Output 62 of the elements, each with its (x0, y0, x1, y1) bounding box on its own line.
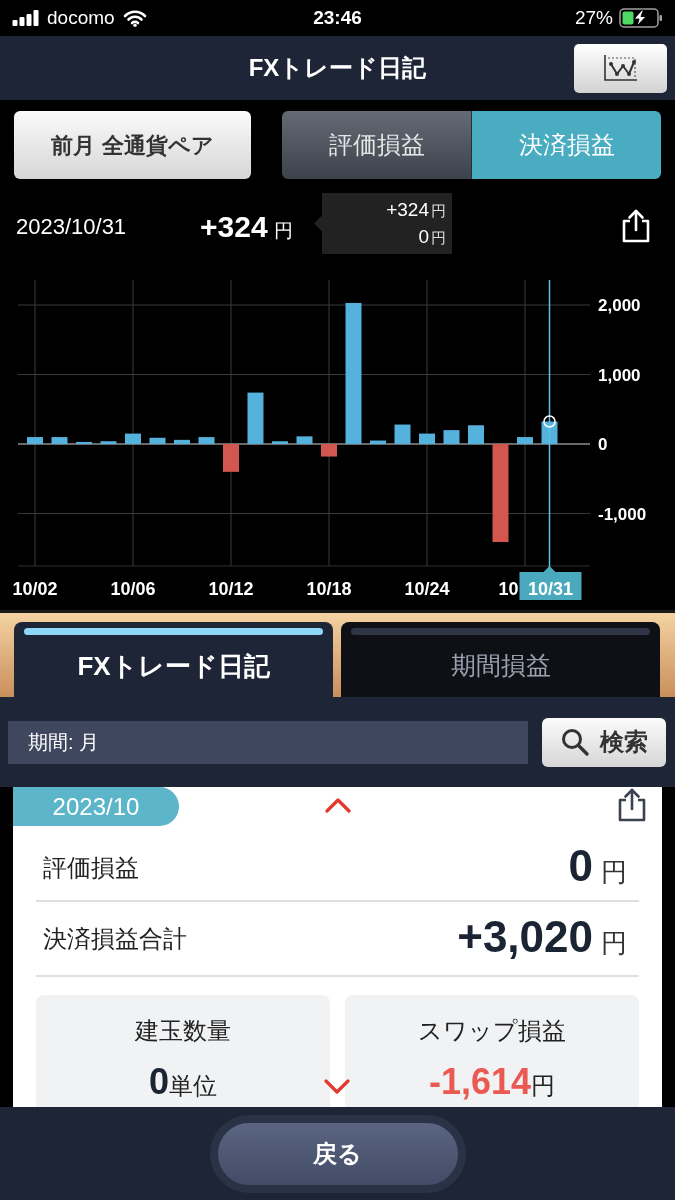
tooltip-value: 0 (418, 224, 429, 249)
y-axis-label: 2,000 (598, 296, 641, 315)
tile-label: スワップ損益 (418, 1016, 566, 1046)
unit-label: 単位 (169, 1072, 217, 1101)
tab[interactable]: FXトレード日記 (14, 622, 333, 697)
tile-value: -1,614 (428, 1060, 532, 1104)
chart-bar[interactable] (149, 437, 166, 444)
chart-bar[interactable] (125, 433, 141, 444)
tooltip-value: +324 (386, 197, 429, 222)
row-label: 決済損益合計 (43, 923, 187, 954)
back-button[interactable]: 戻る (209, 1114, 466, 1193)
line-chart-icon (601, 53, 640, 83)
tab[interactable]: 期間損益 (341, 622, 660, 697)
share-icon[interactable] (620, 208, 652, 244)
carrier-name: docomo (47, 5, 115, 30)
currency-unit: 円 (431, 227, 446, 248)
period-field[interactable]: 期間: 月 (8, 720, 528, 764)
row-value: 0 (568, 844, 593, 888)
search-button[interactable]: 検索 (542, 717, 666, 767)
x-axis-label: 10/12 (208, 579, 254, 599)
row-label: 評価損益 (43, 853, 139, 883)
battery-icon (619, 8, 663, 28)
filter-button[interactable]: 前月 全通貨ペア (14, 111, 251, 179)
month-badge: 2023/10 (13, 787, 179, 826)
x-axis-label: 10/18 (306, 579, 352, 599)
selected-date-tag: 10/31 (519, 566, 582, 600)
battery-percent: 27% (574, 5, 613, 30)
x-axis-label: 10/24 (404, 579, 450, 599)
currency-unit: 円 (431, 200, 446, 221)
chevron-down-icon[interactable] (323, 1079, 351, 1095)
chart-bar[interactable] (174, 439, 190, 444)
segment-tab[interactable]: 評価損益 (282, 111, 471, 179)
tile-value: 0 (149, 1060, 169, 1104)
x-tick-label: 10/31 (527, 579, 574, 599)
chart-bar[interactable] (370, 440, 386, 444)
currency-unit: 円 (601, 926, 627, 960)
chart-bar[interactable] (100, 441, 117, 444)
currency-unit: 円 (601, 856, 627, 889)
wifi-icon (122, 9, 147, 27)
tile-label: 建玉数量 (135, 1016, 231, 1046)
currency-unit: 円 (273, 218, 293, 243)
chart-bar[interactable] (394, 424, 411, 444)
chart-bar[interactable] (419, 433, 435, 444)
cursor-marker[interactable] (543, 415, 556, 428)
row-value: +3,020 (457, 914, 593, 959)
chart-view-button[interactable] (574, 43, 667, 93)
y-axis-label: -1,000 (598, 504, 647, 524)
chart-bar[interactable] (76, 441, 92, 444)
signal-icon (12, 10, 39, 26)
x-axis-label: 10/06 (110, 579, 156, 599)
x-axis-label: 10 (498, 579, 519, 599)
selected-date: 2023/10/31 (16, 212, 128, 241)
x-axis-label: 10/02 (12, 579, 58, 599)
share-icon[interactable] (616, 787, 648, 823)
y-axis-label: 0 (598, 435, 608, 454)
y-axis-label: 1,000 (598, 365, 641, 385)
status-time: 23:46 (313, 5, 362, 30)
unit-label: 円 (531, 1072, 556, 1099)
selected-value: +324 (200, 208, 268, 245)
chevron-up-icon[interactable] (323, 797, 352, 813)
screen-title: FXトレード日記 (248, 53, 427, 83)
search-icon (560, 727, 590, 757)
